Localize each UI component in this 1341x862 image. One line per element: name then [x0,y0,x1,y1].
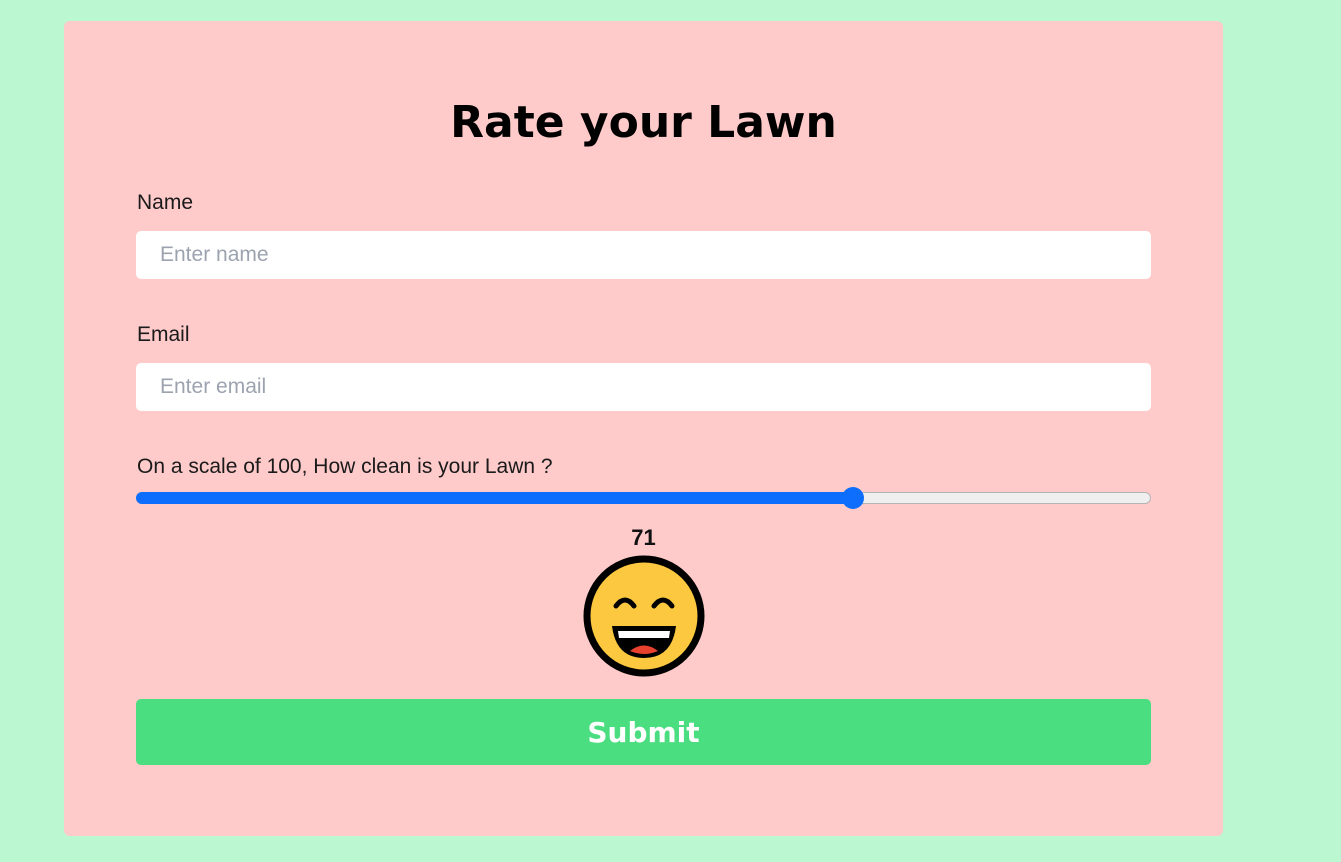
email-input[interactable] [136,363,1151,411]
email-label: Email [137,323,190,346]
scale-question-label: On a scale of 100, How clean is your Law… [137,455,553,478]
name-input[interactable] [136,231,1151,279]
rating-form-card: Rate your Lawn Name Email On a scale of … [64,21,1223,836]
cleanliness-slider[interactable] [136,487,1151,509]
name-label: Name [137,191,194,214]
slider-fill [136,492,853,504]
form-title: Rate your Lawn [450,97,837,148]
grinning-face-icon [583,555,705,677]
slider-value: 71 [631,525,656,550]
slider-thumb[interactable] [842,487,865,509]
submit-button[interactable]: Submit [136,699,1151,765]
